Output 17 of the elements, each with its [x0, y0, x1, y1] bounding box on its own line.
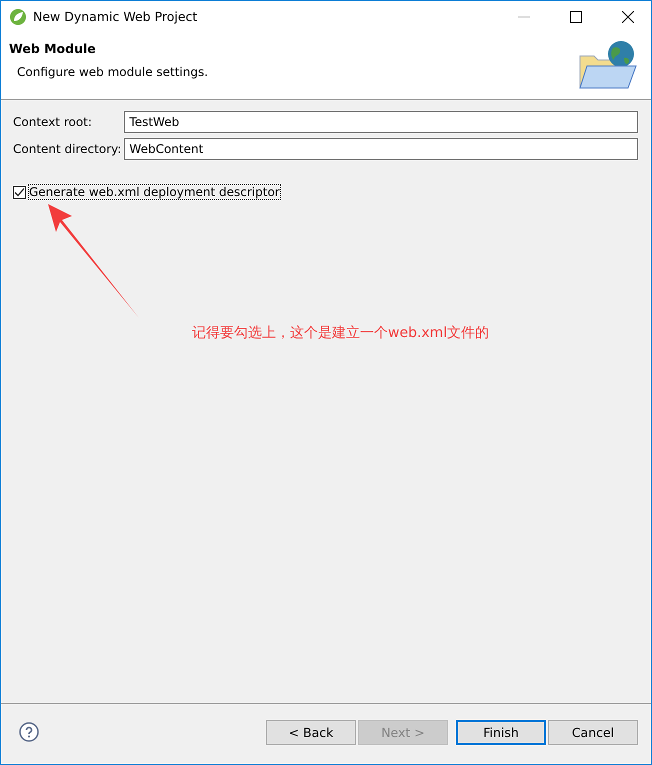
- maximize-icon[interactable]: [570, 10, 582, 22]
- annotation-text: 记得要勾选上，这个是建立一个web.xml文件的: [192, 324, 490, 342]
- input-field[interactable]: WebContent: [124, 138, 638, 160]
- input-field[interactable]: TestWeb: [124, 111, 638, 133]
- checkbox-label[interactable]: Generate web.xml deployment descriptor: [29, 185, 280, 199]
- field-label: Content directory:: [13, 142, 122, 156]
- page-description: Configure web module settings.: [17, 65, 208, 79]
- dialog-button[interactable]: < Back: [266, 720, 356, 744]
- close-icon[interactable]: [622, 10, 634, 22]
- dialog-button[interactable]: Cancel: [548, 720, 638, 744]
- leaf-icon: [9, 8, 27, 26]
- page-title: Web Module: [9, 41, 97, 56]
- dialog-button[interactable]: Finish: [456, 720, 546, 744]
- field-label: Context root:: [13, 115, 93, 129]
- window-title: New Dynamic Web Project: [33, 9, 198, 24]
- checkbox[interactable]: [13, 186, 26, 198]
- help-icon[interactable]: [19, 722, 39, 742]
